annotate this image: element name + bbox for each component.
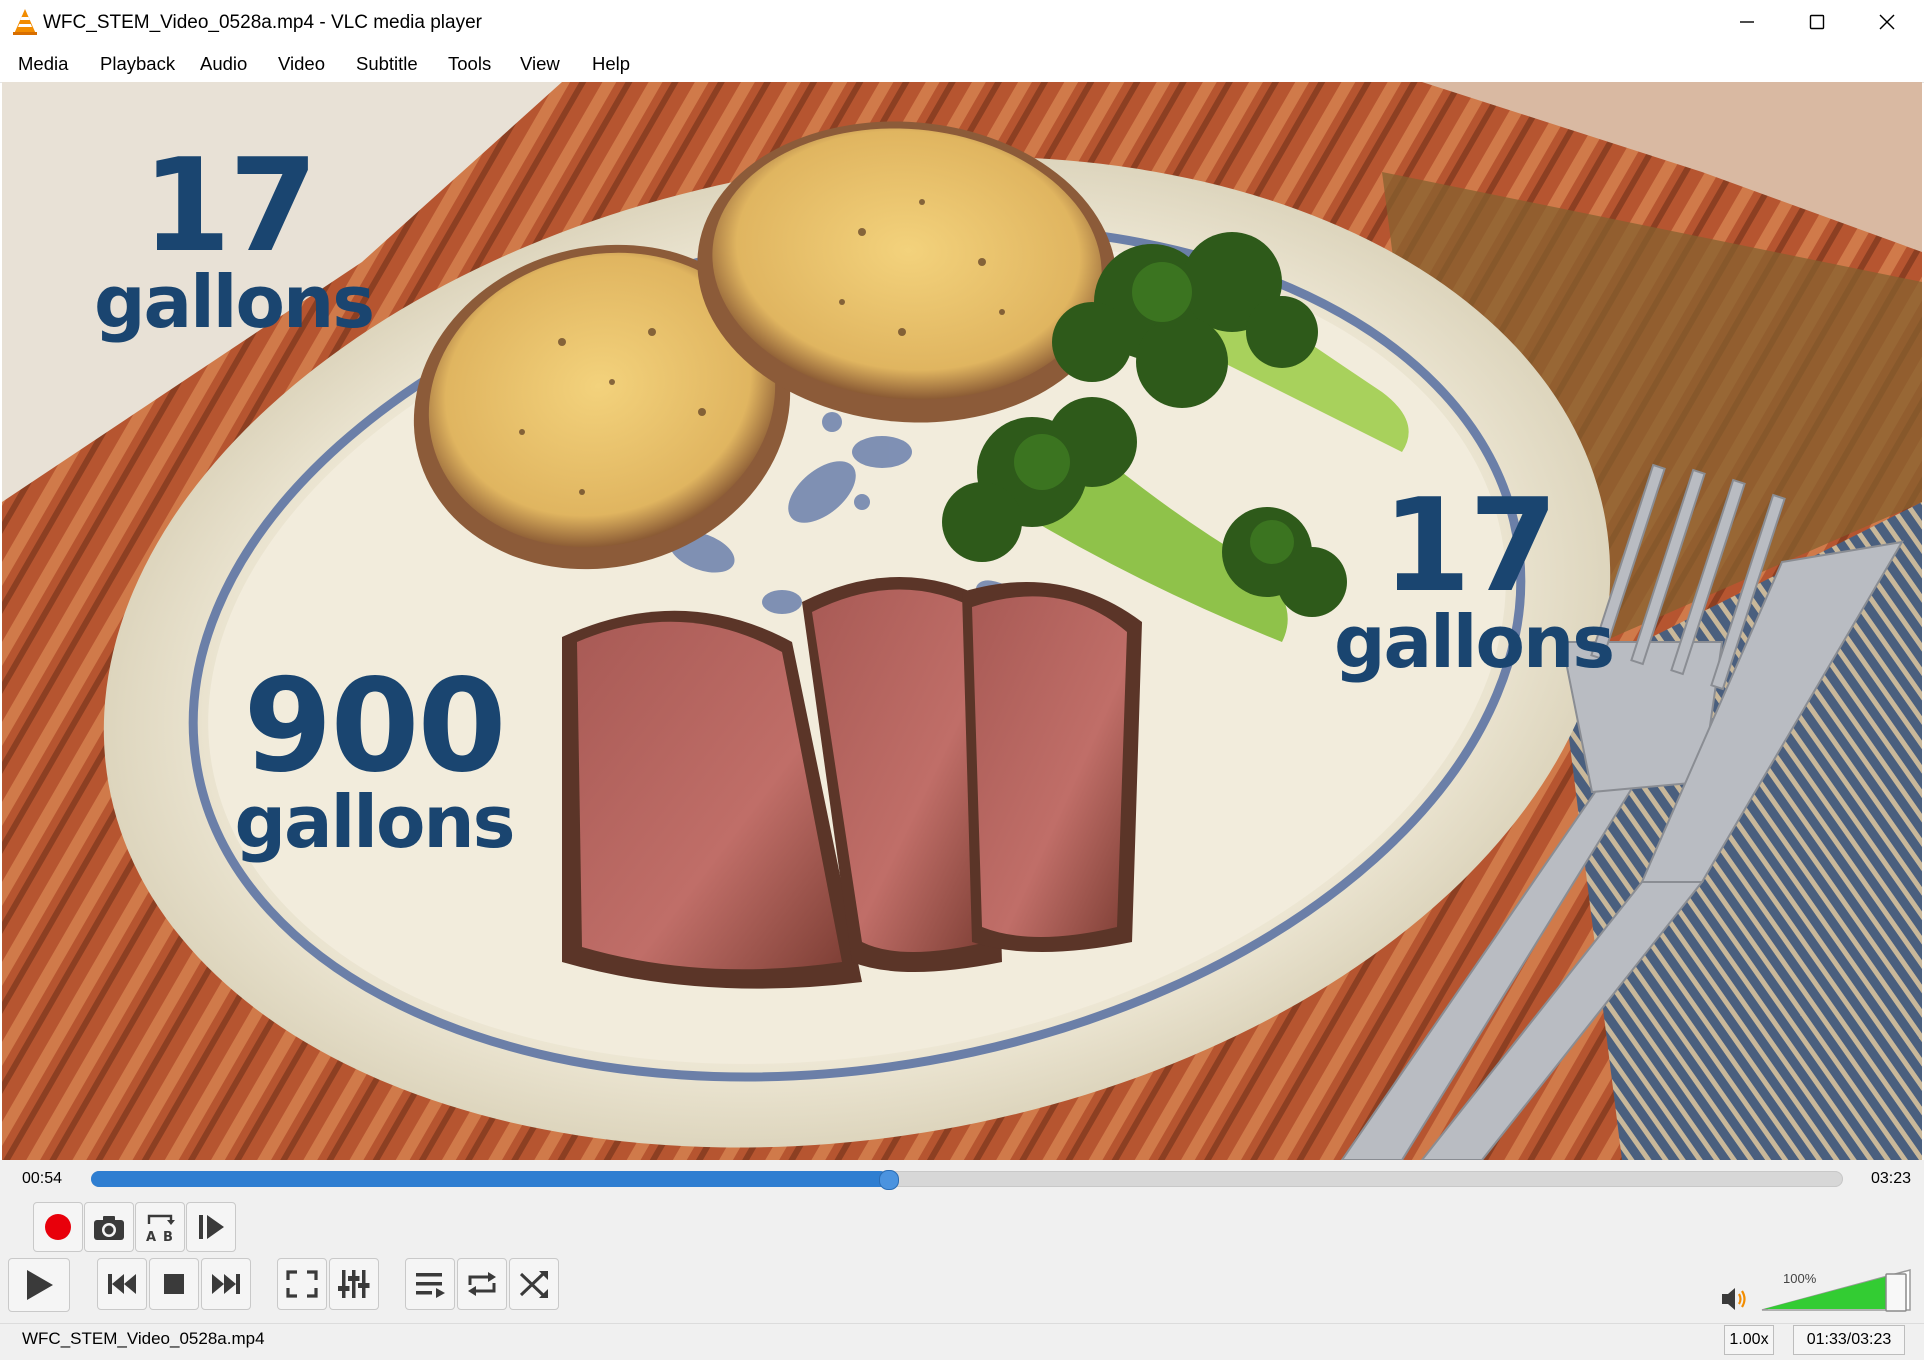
menu-view[interactable]: View <box>520 53 560 75</box>
overlay-potato: 17 gallons <box>94 132 375 344</box>
video-area[interactable]: 17 gallons 17 gallons 900 gallons <box>2 82 1922 1160</box>
minimize-icon <box>1740 21 1754 23</box>
ab-loop-icon: A B <box>146 1214 175 1244</box>
close-button[interactable] <box>1852 0 1922 44</box>
total-time[interactable]: 03:23 <box>1871 1170 1911 1188</box>
overlay-broccoli-number: 17 <box>1381 472 1558 621</box>
speaker-icon[interactable] <box>1720 1285 1750 1313</box>
record-icon <box>45 1214 71 1240</box>
overlay-beef-number: 900 <box>243 652 506 801</box>
camera-icon <box>94 1216 124 1240</box>
status-bar <box>0 1323 1924 1360</box>
previous-button[interactable] <box>97 1258 147 1310</box>
playlist-icon <box>416 1273 445 1298</box>
frame-step-icon <box>199 1215 224 1239</box>
seek-bar-fill <box>91 1171 889 1187</box>
svg-text:A: A <box>146 1230 156 1244</box>
shuffle-button[interactable] <box>509 1258 559 1310</box>
overlay-beef-unit: gallons <box>234 780 515 864</box>
menu-help[interactable]: Help <box>592 53 630 75</box>
ab-loop-button[interactable]: A B <box>135 1202 185 1252</box>
play-button[interactable] <box>8 1258 70 1312</box>
maximize-button[interactable] <box>1782 0 1852 44</box>
menu-subtitle[interactable]: Subtitle <box>356 53 418 75</box>
playback-speed[interactable]: 1.00x <box>1724 1325 1774 1355</box>
status-filename: WFC_STEM_Video_0528a.mp4 <box>22 1329 265 1348</box>
overlay-broccoli: 17 gallons <box>1334 472 1615 684</box>
window-title: WFC_STEM_Video_0528a.mp4 - VLC media pla… <box>43 12 482 33</box>
menu-audio[interactable]: Audio <box>200 53 247 75</box>
menu-playback[interactable]: Playback <box>100 53 175 75</box>
next-icon <box>212 1274 240 1294</box>
menu-tools[interactable]: Tools <box>448 53 491 75</box>
playlist-button[interactable] <box>405 1258 455 1310</box>
elapsed-time[interactable]: 00:54 <box>22 1170 62 1188</box>
shuffle-icon <box>519 1271 548 1298</box>
frame-by-frame-button[interactable] <box>186 1202 236 1252</box>
svg-text:B: B <box>163 1230 173 1244</box>
stop-button[interactable] <box>149 1258 199 1310</box>
status-time[interactable]: 01:33/03:23 <box>1793 1325 1905 1355</box>
fullscreen-icon <box>286 1270 318 1298</box>
next-button[interactable] <box>201 1258 251 1310</box>
overlay-beef: 900 gallons <box>234 652 515 864</box>
equalizer-icon <box>338 1270 370 1298</box>
menu-video[interactable]: Video <box>278 53 325 75</box>
stop-icon <box>164 1274 184 1294</box>
menu-bar: Media Playback Audio Video Subtitle Tool… <box>0 44 1924 83</box>
snapshot-button[interactable] <box>84 1202 134 1252</box>
minimize-button[interactable] <box>1712 0 1782 44</box>
menu-media[interactable]: Media <box>18 53 68 75</box>
close-icon <box>1879 14 1895 30</box>
play-icon <box>27 1270 53 1300</box>
overlay-potato-number: 17 <box>141 132 318 281</box>
seek-bar[interactable] <box>91 1170 1843 1190</box>
vlc-cone-icon <box>13 9 37 35</box>
loop-button[interactable] <box>457 1258 507 1310</box>
loop-icon <box>468 1272 496 1296</box>
title-bar: WFC_STEM_Video_0528a.mp4 - VLC media pla… <box>0 0 1924 44</box>
overlay-potato-unit: gallons <box>94 260 375 344</box>
fullscreen-button[interactable] <box>277 1258 327 1310</box>
previous-icon <box>108 1274 136 1294</box>
record-button[interactable] <box>33 1202 83 1252</box>
volume-slider[interactable] <box>1760 1266 1912 1314</box>
extended-settings-button[interactable] <box>329 1258 379 1310</box>
overlay-broccoli-unit: gallons <box>1334 600 1615 684</box>
maximize-icon <box>1809 14 1825 30</box>
seek-handle[interactable] <box>879 1170 900 1190</box>
